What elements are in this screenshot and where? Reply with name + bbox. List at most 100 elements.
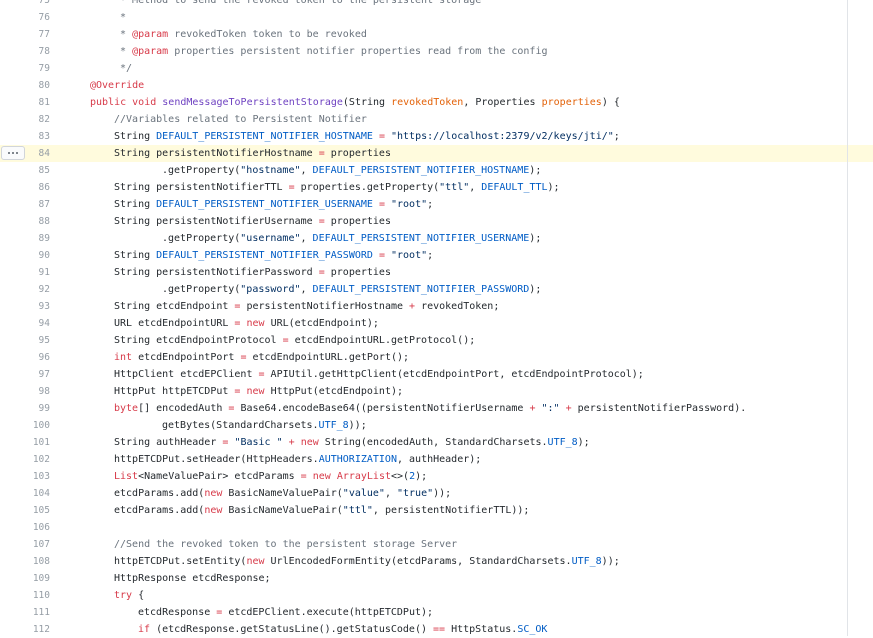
line-number[interactable]: 105 — [0, 502, 50, 519]
code-line: 112 if (etcdResponse.getStatusLine().getS… — [0, 621, 873, 638]
line-number[interactable]: 77 — [0, 26, 50, 43]
code-token: DEFAULT_PERSISTENT_NOTIFIER_PASSWORD — [156, 250, 373, 261]
code-text: //Variables related to Persistent Notifi… — [57, 111, 846, 128]
line-number[interactable]: 90 — [0, 247, 50, 264]
code-token: , persistentNotifierTTL)); — [372, 505, 530, 516]
code-token: "true" — [397, 488, 434, 499]
line-number[interactable]: 109 — [0, 570, 50, 587]
line-number[interactable]: 86 — [0, 179, 50, 196]
code-token: new — [246, 386, 265, 397]
code-token: revokedToken; — [415, 301, 500, 312]
line-number[interactable]: 110 — [0, 587, 50, 604]
code-token: public — [90, 97, 127, 108]
code-line: 101 String authHeader = "Basic " + new St… — [0, 434, 873, 451]
code-text: byte[] encodedAuth = Base64.encodeBase64… — [57, 400, 846, 417]
code-text: String DEFAULT_PERSISTENT_NOTIFIER_PASSW… — [57, 247, 846, 264]
line-number[interactable]: 78 — [0, 43, 50, 60]
code-line: 89 .getProperty("username", DEFAULT_PERSI… — [0, 230, 873, 247]
code-token: , — [300, 284, 313, 295]
line-number[interactable]: 81 — [0, 94, 50, 111]
code-text: URL etcdEndpointURL = new URL(etcdEndpoi… — [57, 315, 846, 332]
code-token: String — [114, 131, 157, 142]
code-token: DEFAULT_PERSISTENT_NOTIFIER_USERNAME — [312, 233, 530, 244]
line-number[interactable]: 93 — [0, 298, 50, 315]
line-number[interactable]: 83 — [0, 128, 50, 145]
line-number[interactable]: 107 — [0, 536, 50, 553]
line-number[interactable]: 108 — [0, 553, 50, 570]
code-token: [] encodedAuth — [138, 403, 229, 414]
line-number[interactable]: 100 — [0, 417, 50, 434]
code-token: HttpPut httpETCDPut — [114, 386, 235, 397]
code-token: etcdParams.add( — [114, 505, 205, 516]
line-number[interactable]: 91 — [0, 264, 50, 281]
code-token: URL etcdEndpointURL — [114, 318, 235, 329]
line-number[interactable]: 79 — [0, 60, 50, 77]
line-number[interactable]: 112 — [0, 621, 50, 638]
code-token: "https://localhost:2379/v2/keys/jti/" — [391, 131, 614, 142]
code-line: 94 URL etcdEndpointURL = new URL(etcdEndp… — [0, 315, 873, 332]
line-number[interactable]: 111 — [0, 604, 50, 621]
code-line: 86 String persistentNotifierTTL = propert… — [0, 179, 873, 196]
code-viewer: 75 * Method to send the revoked token to… — [0, 0, 873, 638]
line-number[interactable]: 82 — [0, 111, 50, 128]
code-token: UTF_8 — [318, 420, 349, 431]
code-token: properties — [324, 216, 391, 227]
code-text: @Override — [57, 77, 846, 94]
code-token: , — [300, 233, 313, 244]
code-token: String persistentNotifierTTL — [114, 182, 289, 193]
code-text: .getProperty("hostname", DEFAULT_PERSIST… — [57, 162, 846, 179]
code-text: HttpPut httpETCDPut = new HttpPut(etcdEn… — [57, 383, 846, 400]
code-token: etcdResponse — [138, 607, 217, 618]
code-token: httpETCDPut.setHeader(HttpHeaders. — [114, 454, 319, 465]
code-token: * — [114, 12, 127, 23]
code-text: */ — [57, 60, 846, 77]
line-number[interactable]: 88 — [0, 213, 50, 230]
line-number[interactable]: 95 — [0, 332, 50, 349]
line-number[interactable]: 76 — [0, 9, 50, 26]
line-number[interactable]: 89 — [0, 230, 50, 247]
code-text: String etcdEndpointProtocol = etcdEndpoi… — [57, 332, 846, 349]
code-token: String persistentNotifierUsername — [114, 216, 319, 227]
code-token: BasicNameValuePair( — [222, 488, 343, 499]
line-number[interactable]: 92 — [0, 281, 50, 298]
code-token: sendMessageToPersistentStorage — [162, 97, 343, 108]
line-number[interactable]: 102 — [0, 451, 50, 468]
code-token: String authHeader — [114, 437, 223, 448]
code-token: properties — [324, 267, 391, 278]
line-number[interactable]: 104 — [0, 485, 50, 502]
line-number[interactable]: 101 — [0, 434, 50, 451]
code-token: BasicNameValuePair( — [222, 505, 343, 516]
line-number[interactable]: 85 — [0, 162, 50, 179]
code-text: etcdResponse = etcdEPClient.execute(http… — [57, 604, 846, 621]
code-token: String persistentNotifierHostname — [114, 148, 319, 159]
code-token: DEFAULT_PERSISTENT_NOTIFIER_HOSTNAME — [156, 131, 373, 142]
code-token: @param — [132, 46, 169, 57]
line-number[interactable]: 106 — [0, 519, 50, 536]
code-token: List — [114, 471, 139, 482]
line-number[interactable]: 97 — [0, 366, 50, 383]
line-actions-button[interactable] — [1, 146, 25, 160]
line-number[interactable]: 75 — [0, 0, 50, 9]
code-token: @Override — [90, 80, 145, 91]
code-token: */ — [114, 63, 133, 74]
line-number[interactable]: 96 — [0, 349, 50, 366]
line-number[interactable]: 98 — [0, 383, 50, 400]
code-text: String persistentNotifierPassword = prop… — [57, 264, 846, 281]
line-number[interactable]: 87 — [0, 196, 50, 213]
code-token: ); — [529, 165, 542, 176]
code-line: 98 HttpPut httpETCDPut = new HttpPut(etcd… — [0, 383, 873, 400]
code-line: 78 * @param properties persistent notifi… — [0, 43, 873, 60]
code-token: Base64.encodeBase64((persistentNotifierU… — [234, 403, 530, 414]
code-token: String — [114, 199, 157, 210]
code-token: String etcdEndpoint — [114, 301, 235, 312]
code-text: .getProperty("password", DEFAULT_PERSIST… — [57, 281, 846, 298]
code-token: * — [114, 29, 133, 40]
line-number[interactable]: 103 — [0, 468, 50, 485]
code-token: ":" — [541, 403, 560, 414]
code-token: , — [469, 182, 482, 193]
line-number[interactable]: 99 — [0, 400, 50, 417]
line-number[interactable]: 80 — [0, 77, 50, 94]
line-number[interactable]: 94 — [0, 315, 50, 332]
code-token: httpETCDPut.setEntity( — [114, 556, 247, 567]
code-token: try — [114, 590, 133, 601]
